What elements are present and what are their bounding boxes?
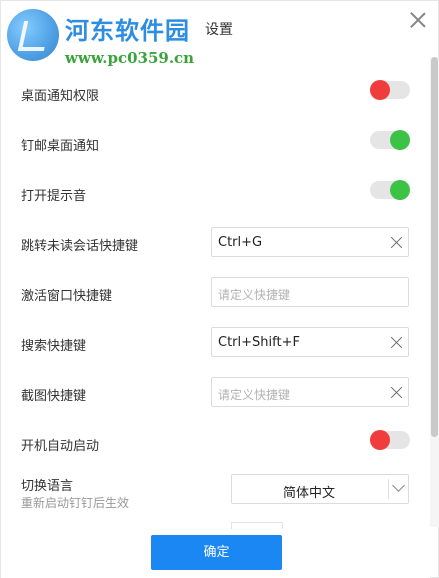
shortcut-value: Ctrl+Shift+F	[218, 335, 300, 350]
close-icon[interactable]	[407, 9, 429, 31]
auto-start-toggle[interactable]	[370, 430, 410, 450]
language-label: 切换语言	[21, 479, 74, 494]
shortcut-placeholder: 请定义快捷键	[218, 388, 291, 402]
shortcut-placeholder: 请定义快捷键	[218, 288, 291, 302]
confirm-button[interactable]: 确定	[151, 535, 282, 570]
auto-start-label: 开机自动启动	[21, 439, 100, 454]
watermark-logo-icon	[7, 9, 59, 61]
toggle-knob	[370, 430, 390, 450]
activate-window-shortcut-label: 激活窗口快捷键	[21, 289, 113, 304]
clear-icon[interactable]	[390, 336, 403, 349]
language-select[interactable]: 简体中文	[231, 474, 409, 504]
jump-unread-shortcut-label: 跳转未读会话快捷键	[21, 239, 139, 254]
sound-label: 打开提示音	[21, 189, 87, 204]
search-shortcut-label: 搜索快捷键	[21, 339, 87, 354]
mail-notification-toggle[interactable]	[370, 130, 410, 150]
toggle-knob	[390, 180, 410, 200]
language-selected-value: 简体中文	[282, 486, 335, 501]
next-row-control	[231, 522, 283, 529]
settings-content: 桌面通知权限 钉邮桌面通知 打开提示音 跳转未读会话快捷键 Ctrl+G 激活窗…	[1, 1, 430, 529]
chevron-down-icon[interactable]	[392, 479, 405, 492]
watermark-url: www.pc0359.cn	[65, 49, 195, 67]
clear-icon[interactable]	[390, 386, 403, 399]
select-divider	[388, 479, 389, 499]
window-title: 设置	[205, 22, 233, 38]
title-bar: 河东软件园 www.pc0359.cn 设置	[1, 1, 439, 67]
scrollbar-thumb[interactable]	[431, 57, 438, 437]
settings-window: 桌面通知权限 钉邮桌面通知 打开提示音 跳转未读会话快捷键 Ctrl+G 激活窗…	[0, 0, 439, 578]
toggle-knob	[390, 130, 410, 150]
desktop-notification-toggle[interactable]	[370, 80, 410, 100]
screenshot-shortcut-label: 截图快捷键	[21, 389, 87, 404]
clear-icon[interactable]	[390, 236, 403, 249]
desktop-notification-label: 桌面通知权限	[21, 89, 100, 104]
language-restart-note: 重新启动钉钉后生效	[21, 496, 130, 510]
shortcut-value: Ctrl+G	[218, 235, 263, 250]
jump-unread-shortcut-field[interactable]: Ctrl+G	[211, 227, 409, 257]
sound-toggle[interactable]	[370, 180, 410, 200]
toggle-knob	[370, 80, 390, 100]
watermark-title: 河东软件园	[65, 16, 190, 45]
mail-notification-label: 钉邮桌面通知	[21, 139, 100, 154]
activate-window-shortcut-field[interactable]: 请定义快捷键	[211, 277, 409, 307]
search-shortcut-field[interactable]: Ctrl+Shift+F	[211, 327, 409, 357]
screenshot-shortcut-field[interactable]: 请定义快捷键	[211, 377, 409, 407]
